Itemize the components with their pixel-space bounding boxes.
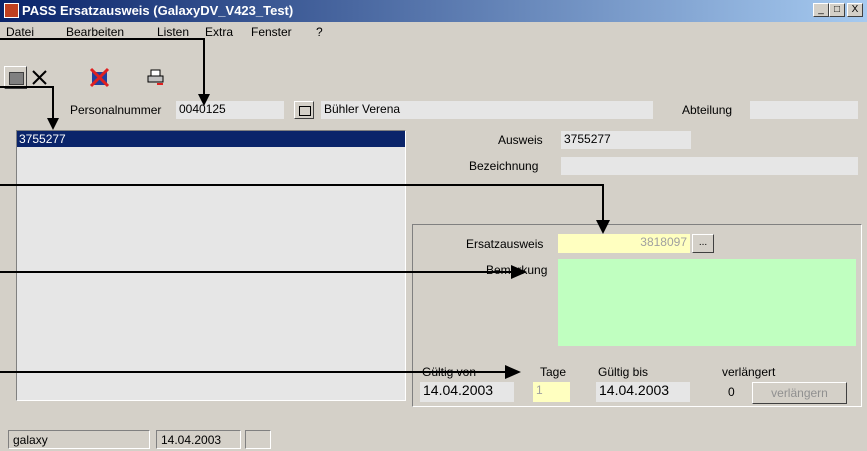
arrow-personalnummer bbox=[0, 38, 205, 98]
arrowhead-tage bbox=[505, 365, 521, 379]
annotation-arrows bbox=[0, 38, 610, 379]
arrow-list bbox=[0, 86, 54, 124]
arrowhead-list bbox=[47, 118, 59, 130]
arrowhead-bemerkung bbox=[511, 265, 527, 279]
arrow-ersatzausweis bbox=[0, 184, 604, 224]
arrowhead-ersatzausweis bbox=[596, 220, 610, 234]
arrowhead-personalnummer bbox=[198, 94, 210, 106]
